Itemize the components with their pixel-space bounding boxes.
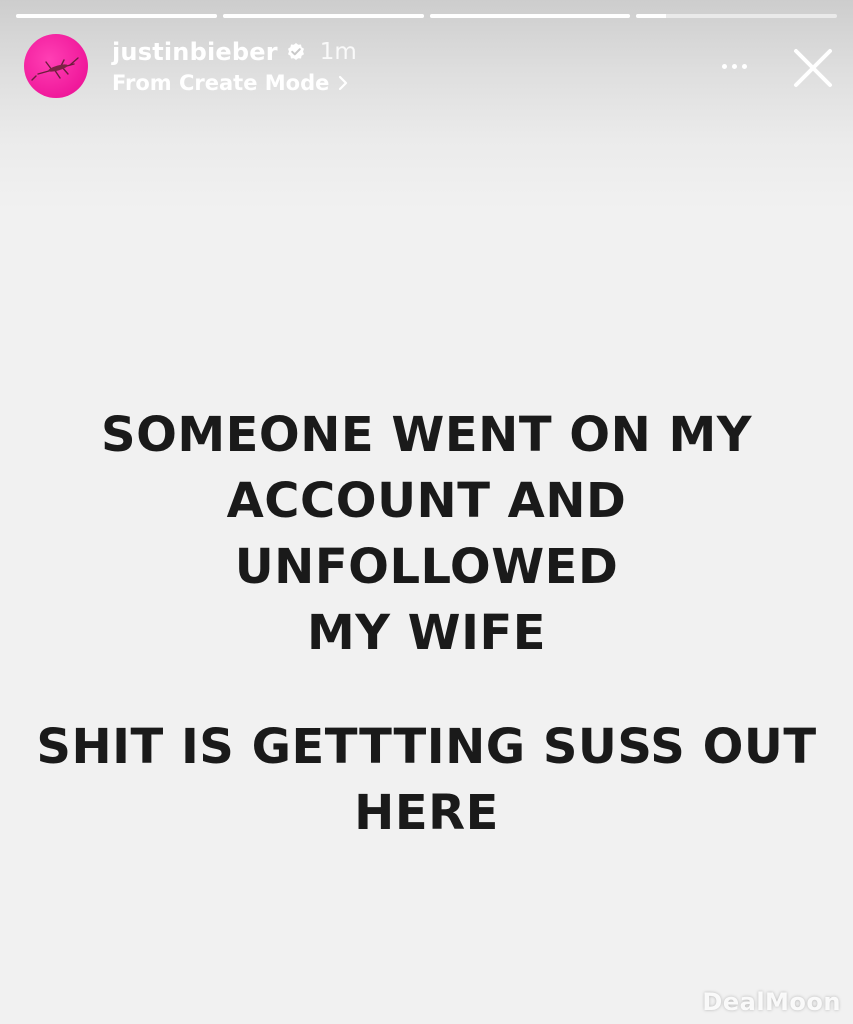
verified-badge-icon	[286, 42, 306, 62]
chevron-right-icon	[337, 74, 349, 92]
progress-fill	[429, 14, 631, 18]
close-icon	[794, 49, 832, 87]
avatar[interactable]	[24, 34, 88, 98]
more-dot	[731, 63, 737, 69]
progress-segment	[16, 14, 217, 18]
create-mode-link[interactable]: From Create Mode	[112, 71, 357, 95]
more-options-button[interactable]	[712, 52, 756, 80]
watermark-logo: DealMoon	[702, 988, 841, 1016]
story-header: justinbieber 1m From Create Mode	[24, 34, 357, 98]
username[interactable]: justinbieber	[112, 38, 278, 66]
post-time: 1m	[319, 39, 357, 65]
story-text-paragraph-1: SOMEONE WENT ON MY ACCOUNT AND UNFOLLOWE…	[101, 407, 752, 661]
progress-fill	[16, 14, 217, 18]
avatar-insect-icon	[31, 57, 79, 81]
story-meta: justinbieber 1m From Create Mode	[112, 37, 357, 95]
close-button[interactable]	[789, 44, 837, 92]
story-progress-bar	[16, 14, 837, 18]
story-text: SOMEONE WENT ON MY ACCOUNT AND UNFOLLOWE…	[30, 402, 823, 846]
story-viewer[interactable]: justinbieber 1m From Create Mode SOMEONE…	[0, 0, 853, 1024]
progress-fill	[636, 14, 667, 18]
more-dot	[721, 63, 727, 69]
progress-segment	[636, 14, 837, 18]
subtitle-label: From Create Mode	[112, 71, 330, 95]
more-dot	[741, 63, 747, 69]
progress-segment	[429, 14, 631, 18]
story-title-row: justinbieber 1m	[112, 37, 357, 67]
story-text-paragraph-2: SHIT IS GETTTING SUSS OUT HERE	[36, 719, 817, 841]
progress-segment	[222, 14, 424, 18]
progress-fill	[222, 14, 424, 18]
